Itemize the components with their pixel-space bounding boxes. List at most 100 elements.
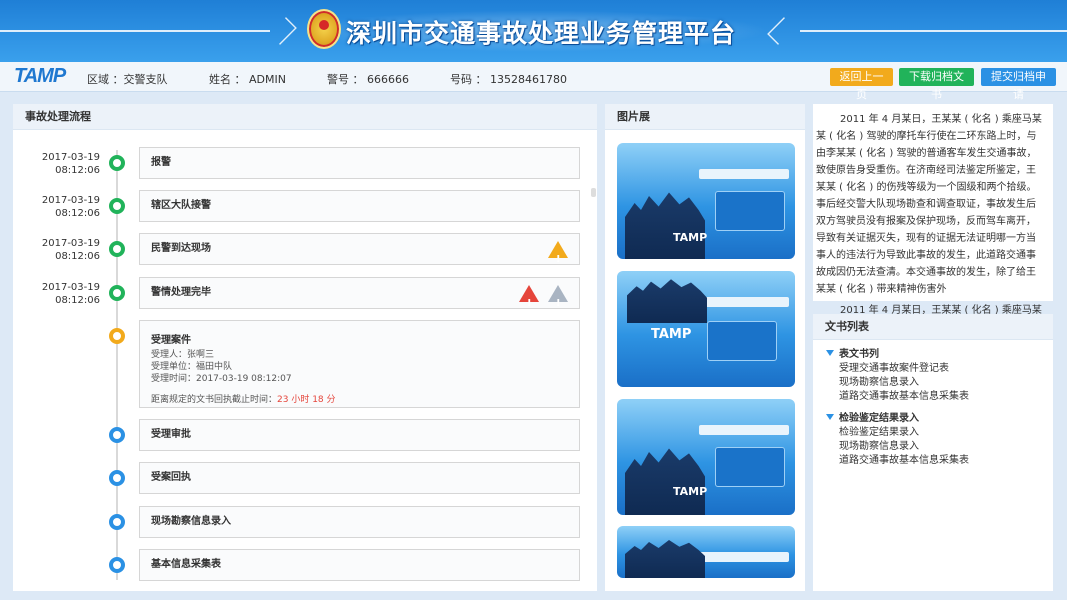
thumb-title-bar [699,297,789,307]
gallery-image[interactable]: TAMP [617,399,795,515]
thumb-title-bar [699,552,789,562]
step-date: 2017-03-19 08:12:06 [30,281,100,307]
banner-line-left [0,30,270,32]
banner-line-right [800,30,1067,32]
step-date-time: 08:12:06 [55,251,100,262]
case-description: 2011 年 4 月某日，王某某 ( 化名 ) 乘座马某某 ( 化名 ) 驾驶的… [816,111,1042,319]
police-figures [625,448,705,515]
step-date-day: 2017-03-19 [41,195,100,206]
step-label: 受案回执 [151,472,191,483]
alert-red-icon[interactable]: ! [519,285,539,309]
step-card[interactable]: 基本信息采集表 [139,549,580,581]
thumb-title-bar [699,425,789,435]
step-date-time: 08:12:06 [55,208,100,219]
doc-item[interactable]: 现场勘察信息录入 [826,440,969,454]
step-label: 受理审批 [151,429,191,440]
step-label: 现场勘察信息录入 [151,516,231,527]
police-emblem-icon [307,9,341,49]
thumb-logo: TAMP [651,327,692,342]
step-done-node [109,241,125,257]
doc-group-label: 表文书列 [839,349,879,360]
caret-down-icon [826,414,834,420]
step-label: 报警 [151,157,171,168]
doc-item[interactable]: 检验鉴定结果录入 [826,426,969,440]
phone-value: 13528461780 [490,73,567,86]
police-figures [625,540,705,578]
login-form-graphic [715,191,785,231]
step-pending-node [109,470,125,486]
banner-chevron-right [767,17,795,45]
region-info: 区域 ：交警支队 [87,71,168,87]
step-date: 2017-03-19 08:12:06 [30,194,100,220]
step-card-current[interactable]: 受理案件 受理人：张啊三 受理单位：福田中队 受理时间：2017-03-19 0… [139,320,580,408]
gallery-image[interactable] [617,526,795,578]
name-info: 姓名 ： ADMIN [209,71,286,87]
name-value: ADMIN [249,73,286,86]
step-label: 受理案件 [151,335,191,346]
warning-icon[interactable]: ! [548,241,568,265]
step-label: 民警到达现场 [151,243,211,254]
step-date-day: 2017-03-19 [41,238,100,249]
accept-time: 受理时间：2017-03-19 08:12:07 [151,374,292,384]
document-list-title: 文书列表 [813,314,1053,340]
step-done-node [109,198,125,214]
step-done-node [109,285,125,301]
step-pending-node [109,557,125,573]
region-label: 区域 ： [87,73,124,86]
step-label: 基本信息采集表 [151,559,221,570]
accept-unit: 受理单位：福田中队 [151,362,233,372]
phone-info: 号码 ： 13528461780 [450,71,567,87]
step-date: 2017-03-19 08:12:06 [30,237,100,263]
step-card[interactable]: 现场勘察信息录入 [139,506,580,538]
step-done-node [109,155,125,171]
step-card[interactable]: 警情处理完毕 ! ! [139,277,580,309]
step-card[interactable]: 辖区大队接警 [139,190,580,222]
tamp-logo: TAMP [14,65,66,87]
name-label: 姓名 ： [209,73,246,86]
header-banner: 深圳市交通事故处理业务管理平台 [0,0,1067,62]
login-form-graphic [715,447,785,487]
badge-value: 666666 [367,73,409,86]
step-pending-node [109,514,125,530]
doc-group[interactable]: 表文书列 [826,348,969,362]
step-date-day: 2017-03-19 [41,282,100,293]
badge-info: 警号 ： 666666 [327,71,409,87]
acceptor: 受理人：张啊三 [151,350,215,360]
thumb-title-bar [699,169,789,179]
user-info-bar: TAMP 区域 ：交警支队 姓名 ： ADMIN 警号 ： 666666 号码 … [0,62,1067,101]
alert-gray-icon[interactable]: ! [548,285,568,309]
step-card[interactable]: 受理审批 [139,419,580,451]
doc-item[interactable]: 道路交通事故基本信息采集表 [826,454,969,468]
step-card[interactable]: 民警到达现场 ! [139,233,580,265]
step-date-time: 08:12:06 [55,295,100,306]
phone-label: 号码 ： [450,73,487,86]
login-form-graphic [707,321,777,361]
gallery-panel-title: 图片展 [605,104,805,130]
banner-chevron-left [269,17,297,45]
back-button[interactable]: 返回上一页 [830,68,893,101]
process-scrollbar[interactable] [591,188,596,197]
deadline-label: 距离规定的文书回执截止时间： [151,395,278,405]
step-label: 辖区大队接警 [151,200,211,211]
step-date: 2017-03-19 08:12:06 [30,151,100,177]
step-card[interactable]: 受案回执 [139,462,580,494]
badge-label: 警号 ： [327,73,364,86]
gallery-image[interactable]: TAMP [617,271,795,387]
download-archive-button[interactable]: 下载归档文书 [899,68,974,101]
step-label: 警情处理完毕 [151,287,211,298]
police-figures [627,279,707,323]
doc-item[interactable]: 道路交通事故基本信息采集表 [826,390,969,404]
deadline-value: 23 小时 18 分 [277,395,336,405]
region-value: 交警支队 [123,73,168,86]
step-date-day: 2017-03-19 [41,152,100,163]
doc-group[interactable]: 检验鉴定结果录入 [826,412,969,426]
case-paragraph: 2011 年 4 月某日，王某某 ( 化名 ) 乘座马某某 ( 化名 ) 驾驶的… [816,114,1042,295]
doc-item[interactable]: 现场勘察信息录入 [826,376,969,390]
process-panel-title: 事故处理流程 [13,104,597,130]
caret-down-icon [826,350,834,356]
doc-item[interactable]: 受理交通事故案件登记表 [826,362,969,376]
step-card[interactable]: 报警 [139,147,580,179]
doc-group-label: 检验鉴定结果录入 [839,413,919,424]
submit-archive-button[interactable]: 提交归档申请 [981,68,1056,101]
gallery-image[interactable]: TAMP [617,143,795,259]
